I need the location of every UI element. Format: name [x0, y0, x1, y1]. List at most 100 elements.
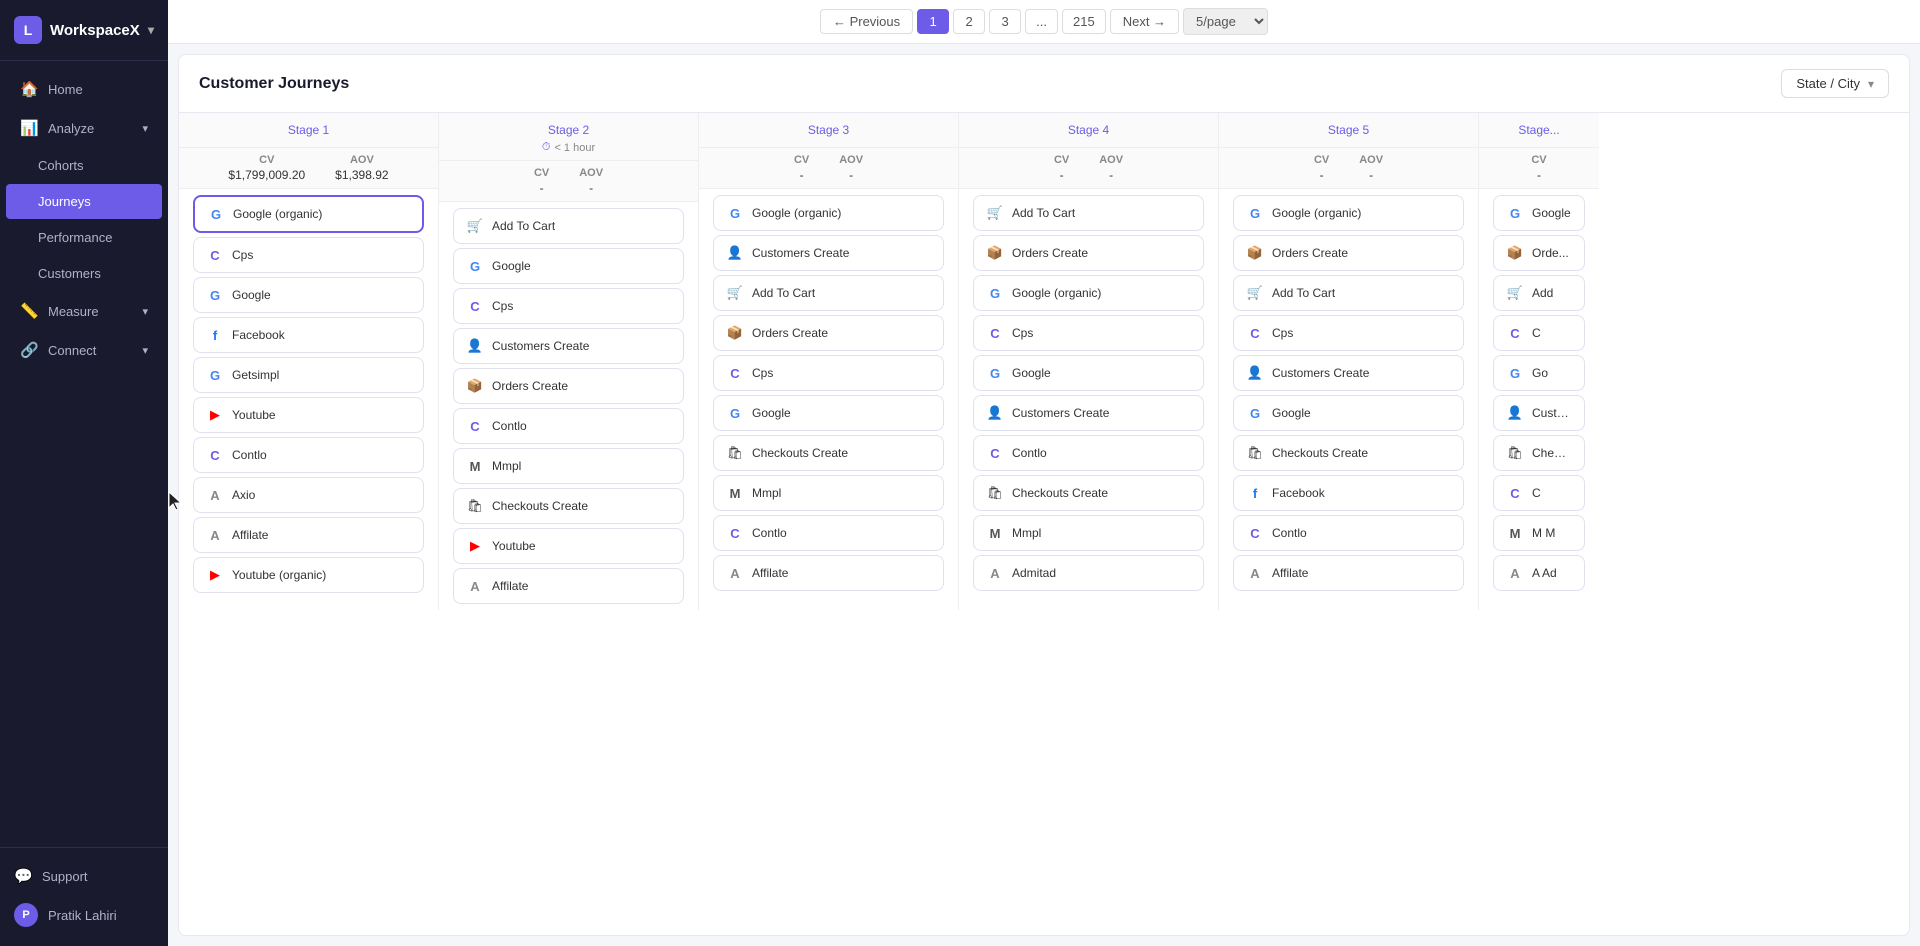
stage-3-name: Stage 3 [711, 123, 946, 137]
page-3-button[interactable]: 3 [989, 9, 1021, 34]
node-cps-s4[interactable]: C Cps [973, 315, 1204, 351]
stage-4-name: Stage 4 [971, 123, 1206, 137]
node-google-organic-s5[interactable]: G Google (organic) [1233, 195, 1464, 231]
node-cc-s6[interactable]: C C [1493, 475, 1585, 511]
dropdown-chevron-icon: ▾ [1868, 77, 1874, 91]
node-checkouts-create-s2[interactable]: 🛍 Checkouts Create [453, 488, 684, 524]
node-orders-s6[interactable]: 📦 Orde... [1493, 235, 1585, 271]
customers-create-icon: 👤 [986, 404, 1004, 422]
node-label: Add [1532, 286, 1553, 300]
node-youtube-s1[interactable]: ▶ Youtube [193, 397, 424, 433]
stages-container[interactable]: Stage 1 CV $1,799,009.20 AOV $1,398.92 [179, 113, 1909, 935]
avatar: P [14, 903, 38, 927]
node-customers-create-s5[interactable]: 👤 Customers Create [1233, 355, 1464, 391]
page-1-button[interactable]: 1 [917, 9, 949, 34]
sidebar-item-journeys[interactable]: Journeys [6, 184, 162, 219]
node-affilate-s2[interactable]: A Affilate [453, 568, 684, 604]
node-affilate-s3[interactable]: A Affilate [713, 555, 944, 591]
node-mm-s6[interactable]: M M M [1493, 515, 1585, 551]
sidebar-item-cohorts[interactable]: Cohorts [6, 148, 162, 183]
node-go-s6[interactable]: G Go [1493, 355, 1585, 391]
page-2-button[interactable]: 2 [953, 9, 985, 34]
node-checkouts-create-s5[interactable]: 🛍 Checkouts Create [1233, 435, 1464, 471]
node-youtube-organic-s1[interactable]: ▶ Youtube (organic) [193, 557, 424, 593]
page-last-button[interactable]: 215 [1062, 9, 1106, 34]
home-icon: 🏠 [20, 80, 38, 98]
node-orders-create-s5[interactable]: 📦 Orders Create [1233, 235, 1464, 271]
node-checkouts-create-s4[interactable]: 🛍 Checkouts Create [973, 475, 1204, 511]
sidebar-item-analyze[interactable]: 📊 Analyze ▾ [6, 109, 162, 147]
node-label: Orde... [1532, 246, 1569, 260]
admitad-icon: A [986, 564, 1004, 582]
node-orders-create-s4[interactable]: 📦 Orders Create [973, 235, 1204, 271]
workspace-chevron[interactable]: ▾ [148, 23, 154, 37]
node-contlo-s5[interactable]: C Contlo [1233, 515, 1464, 551]
sidebar-item-performance[interactable]: Performance [6, 220, 162, 255]
stage-6-nodes: G Google 📦 Orde... 🛒 Add C [1479, 189, 1599, 597]
sidebar-item-connect[interactable]: 🔗 Connect ▾ [6, 331, 162, 369]
node-mmpl-s2[interactable]: M Mmpl [453, 448, 684, 484]
logo[interactable]: L WorkspaceX ▾ [0, 0, 168, 61]
node-google-s1[interactable]: G Google [193, 277, 424, 313]
node-label: Google [1012, 366, 1051, 380]
node-mmpl-s4[interactable]: M Mmpl [973, 515, 1204, 551]
node-checkouts-create-s3[interactable]: 🛍 Checkouts Create [713, 435, 944, 471]
node-cps-s5[interactable]: C Cps [1233, 315, 1464, 351]
node-cps-s2[interactable]: C Cps [453, 288, 684, 324]
node-mmpl-s3[interactable]: M Mmpl [713, 475, 944, 511]
node-checko-s6[interactable]: 🛍 Checko [1493, 435, 1585, 471]
node-google-organic-s4[interactable]: G Google (organic) [973, 275, 1204, 311]
prev-page-button[interactable]: ← Previous [820, 9, 913, 34]
node-google-s3[interactable]: G Google [713, 395, 944, 431]
node-contlo-s2[interactable]: C Contlo [453, 408, 684, 444]
node-cps-s6[interactable]: C C [1493, 315, 1585, 351]
node-google-organic-s1[interactable]: G Google (organic) [193, 195, 424, 233]
node-label: Affilate [752, 566, 788, 580]
node-google-organic-s3[interactable]: G Google (organic) [713, 195, 944, 231]
node-admitad-s4[interactable]: A Admitad [973, 555, 1204, 591]
node-custom-s6[interactable]: 👤 Custom [1493, 395, 1585, 431]
node-google-s6[interactable]: G Google [1493, 195, 1585, 231]
node-customers-create-s3[interactable]: 👤 Customers Create [713, 235, 944, 271]
node-axio-s1[interactable]: A Axio [193, 477, 424, 513]
sidebar-item-home[interactable]: 🏠 Home [6, 70, 162, 108]
node-google-s2[interactable]: G Google [453, 248, 684, 284]
node-orders-create-s3[interactable]: 📦 Orders Create [713, 315, 944, 351]
cps-icon: C [466, 297, 484, 315]
node-add-to-cart-s5[interactable]: 🛒 Add To Cart [1233, 275, 1464, 311]
node-contlo-s1[interactable]: C Contlo [193, 437, 424, 473]
node-facebook-s1[interactable]: f Facebook [193, 317, 424, 353]
node-facebook-s5[interactable]: f Facebook [1233, 475, 1464, 511]
node-google-s5[interactable]: G Google [1233, 395, 1464, 431]
node-affilate-s5[interactable]: A Affilate [1233, 555, 1464, 591]
node-add-to-cart-s3[interactable]: 🛒 Add To Cart [713, 275, 944, 311]
node-contlo-s3[interactable]: C Contlo [713, 515, 944, 551]
node-contlo-s4[interactable]: C Contlo [973, 435, 1204, 471]
per-page-select[interactable]: 5/page 10/page 20/page [1183, 8, 1268, 35]
node-add-to-cart-s2[interactable]: 🛒 Add To Cart [453, 208, 684, 244]
support-icon: 💬 [14, 867, 32, 885]
node-ad-s6[interactable]: A A Ad [1493, 555, 1585, 591]
node-orders-create-s2[interactable]: 📦 Orders Create [453, 368, 684, 404]
sidebar-item-measure[interactable]: 📏 Measure ▾ [6, 292, 162, 330]
support-item[interactable]: 💬 Support [0, 858, 168, 894]
node-cps-s1[interactable]: C Cps [193, 237, 424, 273]
node-getsimpl-s1[interactable]: G Getsimpl [193, 357, 424, 393]
node-cps-s3[interactable]: C Cps [713, 355, 944, 391]
node-label: Getsimpl [232, 368, 279, 382]
sidebar-item-customers-label: Customers [38, 266, 101, 281]
state-city-dropdown[interactable]: State / City ▾ [1781, 69, 1889, 98]
user-item[interactable]: P Pratik Lahiri [0, 894, 168, 936]
node-google-s4[interactable]: G Google [973, 355, 1204, 391]
node-label: Google [232, 288, 271, 302]
stage-3-aov-label: AOV [839, 154, 863, 166]
node-youtube-s2[interactable]: ▶ Youtube [453, 528, 684, 564]
node-customers-create-s4[interactable]: 👤 Customers Create [973, 395, 1204, 431]
node-customers-create-s2[interactable]: 👤 Customers Create [453, 328, 684, 364]
node-affilate-s1[interactable]: A Affilate [193, 517, 424, 553]
node-add-s6[interactable]: 🛒 Add [1493, 275, 1585, 311]
node-add-to-cart-s4[interactable]: 🛒 Add To Cart [973, 195, 1204, 231]
sidebar-item-customers[interactable]: Customers [6, 256, 162, 291]
node-label: Customers Create [492, 339, 589, 353]
next-page-button[interactable]: Next → [1110, 9, 1179, 34]
